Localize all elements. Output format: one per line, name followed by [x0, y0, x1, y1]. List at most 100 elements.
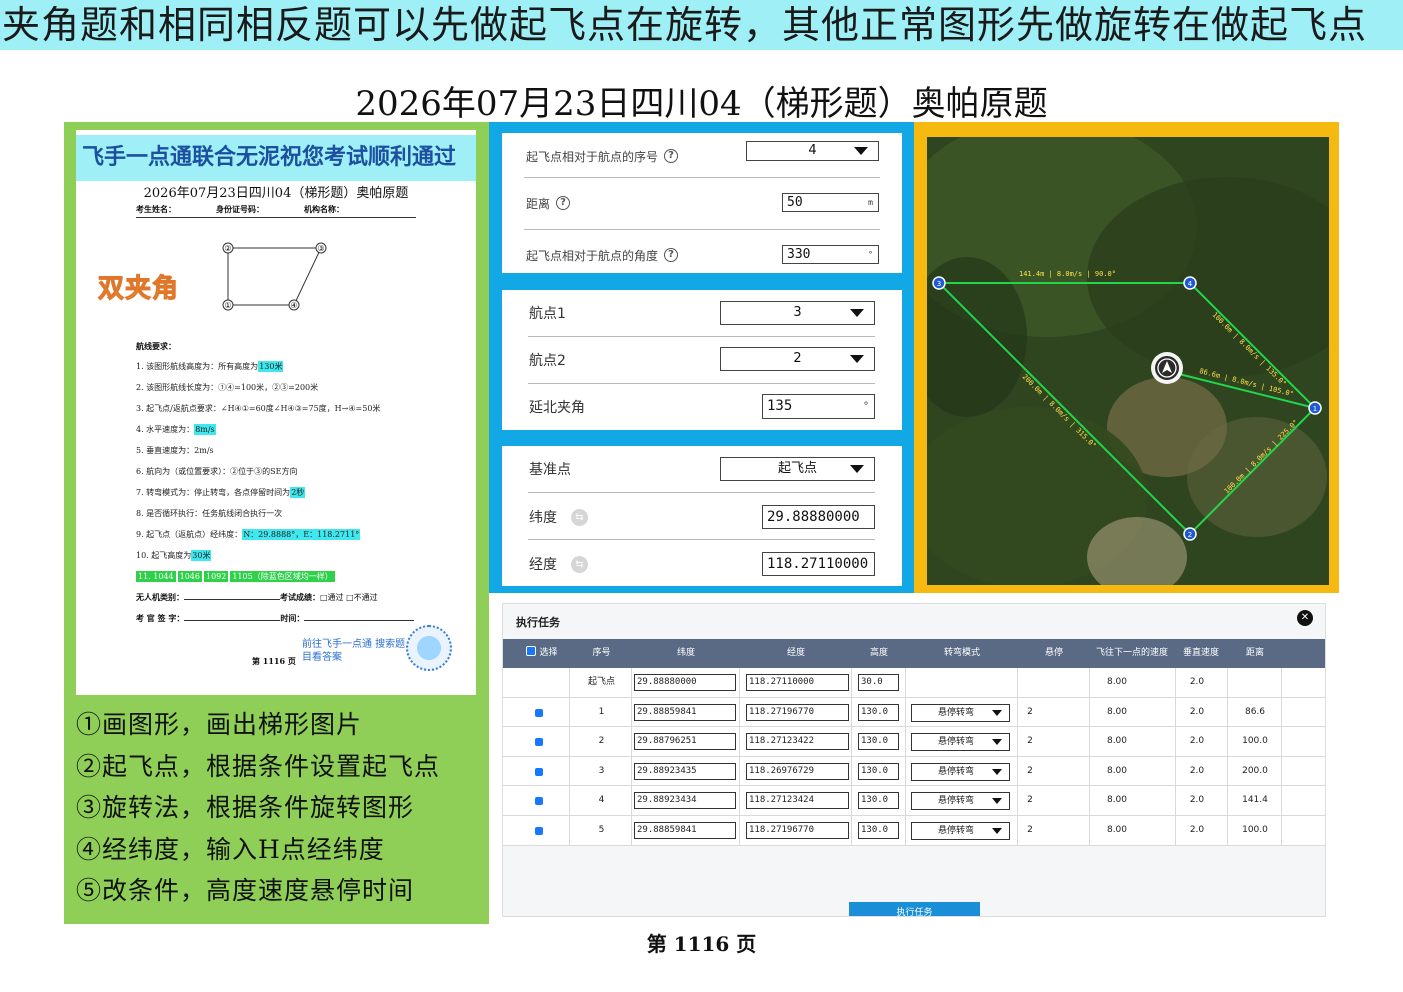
row-checkbox[interactable]: [535, 738, 543, 747]
cell-vspeed: 2.0: [1189, 677, 1205, 687]
help-icon[interactable]: ?: [556, 196, 571, 210]
base-point-select[interactable]: 起飞点: [720, 457, 875, 481]
altitude-cell-input[interactable]: 130.0: [858, 703, 899, 721]
sign-row-1: 无人机类别： 考试成绩：□通过 □不通过: [136, 592, 378, 602]
table-row[interactable]: 3 29.88923435 118.26976729 130.0 悬停转弯 2 8.00 2.…: [503, 756, 1325, 787]
waypoint-marker[interactable]: 3: [932, 276, 946, 290]
turn-mode-select[interactable]: 悬停转弯: [911, 762, 1010, 781]
col-header: 垂直速度: [1182, 648, 1219, 658]
shape-label: ④: [290, 301, 297, 310]
turn-mode-select[interactable]: 悬停转弯: [911, 703, 1010, 722]
col-header: 悬停: [1044, 648, 1063, 658]
cell-distance: 100.0: [1242, 825, 1268, 835]
table-row[interactable]: 起飞点 29.88880000 118.27110000 30.0 8.00 2.0: [503, 668, 1325, 698]
table-header: 选择 序号 纬度 经度 高度 转弯模式 悬停 飞往下一点的速度 垂直速度 距离: [503, 639, 1325, 668]
cell-hover: [1015, 668, 1045, 697]
cell-distance: [1233, 668, 1277, 697]
latitude-cell-input[interactable]: 29.88923434: [634, 792, 736, 810]
latitude-input[interactable]: 29.88880000: [762, 505, 875, 529]
cell-distance: 100.0: [1242, 736, 1268, 747]
cell-seq: 起飞点: [587, 677, 615, 687]
cell-speed: 8.00: [1106, 825, 1128, 835]
row-checkbox[interactable]: [535, 797, 543, 806]
altitude-cell-input[interactable]: 130.0: [858, 733, 899, 751]
select-all-checkbox[interactable]: [526, 646, 537, 656]
turn-mode-select[interactable]: 悬停转弯: [911, 822, 1010, 840]
cell-speed: 8.00: [1106, 706, 1128, 717]
map-canvas[interactable]: 141.4m | 8.0m/s | 90.0° 100.0m | 8.0m/s …: [927, 137, 1329, 585]
row-checkbox[interactable]: [535, 708, 543, 717]
col-header: 经度: [786, 648, 805, 658]
doc-header: 飞手一点通联合无泥祝您考试顺利通过: [76, 135, 476, 181]
longitude-cell-input[interactable]: 118.27123424: [746, 792, 849, 810]
req-item: 5. 垂直速度为：2m/s: [136, 446, 214, 455]
help-icon[interactable]: ?: [664, 149, 679, 163]
latitude-cell-input[interactable]: 29.88796251: [634, 733, 736, 751]
col-select[interactable]: 选择: [517, 639, 567, 668]
takeoff-relative-panel: 起飞点相对于航点的序号? 4 距离? 50 m 起飞点相对于航点的角度? 330 °: [502, 133, 902, 273]
help-icon[interactable]: ?: [664, 248, 679, 262]
latitude-cell-input[interactable]: 29.88859841: [634, 822, 736, 839]
distance-input[interactable]: 50 m: [782, 193, 879, 212]
step-item: ③旋转法，根据条件旋转图形: [76, 793, 415, 822]
table-row[interactable]: 1 29.88859841 118.27196770 130.0 悬停转弯 2 8.00 2.…: [503, 697, 1325, 728]
execute-task-button[interactable]: 执行任务: [849, 902, 980, 916]
cell-hover: 2: [1027, 736, 1033, 747]
swap-icon[interactable]: ⇆: [571, 508, 588, 526]
trapezoid-diagram: ② ③ ① ④: [222, 242, 327, 311]
cell-vspeed: 2.0: [1189, 736, 1205, 747]
waypoint1-select[interactable]: 3: [720, 301, 875, 325]
turn-mode-value: 悬停转弯: [938, 707, 975, 718]
svg-text:3: 3: [937, 280, 941, 288]
cell-speed: 8.00: [1106, 677, 1128, 687]
waypoint-marker[interactable]: 2: [1183, 527, 1197, 541]
altitude-cell-input[interactable]: 30.0: [858, 674, 899, 691]
altitude-cell-input[interactable]: 130.0: [858, 822, 899, 839]
shape-label: ①: [224, 301, 231, 310]
latitude-cell-input[interactable]: 29.88923435: [634, 762, 736, 780]
cell-vspeed: 2.0: [1189, 765, 1205, 776]
rotation-panel: 航点1 3 航点2 2 延北夹角 135 °: [502, 290, 902, 430]
shape-label: ③: [317, 244, 324, 253]
doc-page-label: 第 1116 页: [252, 656, 296, 666]
latitude-cell-input[interactable]: 29.88859841: [634, 703, 736, 721]
table-row[interactable]: 2 29.88796251 118.27123422 130.0 悬停转弯 2 8.00 2.…: [503, 727, 1325, 757]
row-checkbox[interactable]: [535, 767, 543, 776]
north-angle-input[interactable]: 135 °: [762, 394, 875, 419]
table-row[interactable]: 5 29.88859841 118.27196770 130.0 悬停转弯 2 8.00 2.…: [503, 816, 1325, 846]
takeoff-marker-icon[interactable]: [1151, 352, 1183, 384]
angle-input[interactable]: 330 °: [782, 245, 879, 264]
altitude-cell-input[interactable]: 130.0: [858, 762, 899, 780]
seq-label: 起飞点相对于航点的序号: [526, 149, 659, 164]
top-banner: 夹角题和相同相反题可以先做起飞点在旋转，其他正常图形先做旋转在做起飞点: [0, 0, 1403, 50]
turn-mode-select[interactable]: 悬停转弯: [911, 792, 1010, 811]
seq-select[interactable]: 4: [746, 141, 879, 161]
longitude-input[interactable]: 118.27110000: [762, 552, 875, 576]
req-list: 1. 该图形航线高度为：所有高度为130米 2. 该图形航线长度为：①④=100…: [136, 356, 466, 587]
answer-link[interactable]: 前往飞手一点通 搜索题目看答案: [302, 638, 412, 664]
chevron-down-icon: [850, 355, 864, 363]
turn-mode-select[interactable]: 悬停转弯: [911, 733, 1010, 752]
cell-seq: 5: [598, 825, 605, 835]
table-row[interactable]: 4 29.88923434 118.27123424 130.0 悬停转弯 2 8.00 2.…: [503, 786, 1325, 816]
longitude-cell-input[interactable]: 118.27123422: [746, 733, 849, 751]
longitude-cell-input[interactable]: 118.27110000: [746, 674, 849, 691]
waypoint2-select[interactable]: 2: [720, 347, 875, 371]
row-checkbox[interactable]: [535, 827, 543, 835]
svg-text:2: 2: [1188, 531, 1192, 539]
cell-distance: 200.0: [1242, 765, 1268, 776]
longitude-cell-input[interactable]: 118.26976729: [746, 762, 849, 780]
longitude-cell-input[interactable]: 118.27196770: [746, 822, 849, 839]
longitude-cell-input[interactable]: 118.27196770: [746, 703, 849, 721]
doc-fields: 考生姓名： 身份证号码： 机构名称：: [136, 204, 416, 218]
step-item: ④经纬度，输入H点经纬度: [76, 834, 385, 864]
swap-icon[interactable]: ⇆: [571, 555, 588, 573]
altitude-cell-input[interactable]: 130.0: [858, 792, 899, 810]
cell-seq: 3: [598, 765, 605, 776]
satellite-map[interactable]: 141.4m | 8.0m/s | 90.0° 100.0m | 8.0m/s …: [927, 137, 1329, 585]
close-icon[interactable]: ✕: [1297, 610, 1313, 626]
waypoint-marker[interactable]: 1: [1308, 401, 1322, 415]
double-angle-badge: 双夹角: [97, 274, 180, 305]
waypoint-marker[interactable]: 4: [1183, 276, 1197, 290]
latitude-cell-input[interactable]: 29.88880000: [634, 674, 736, 691]
